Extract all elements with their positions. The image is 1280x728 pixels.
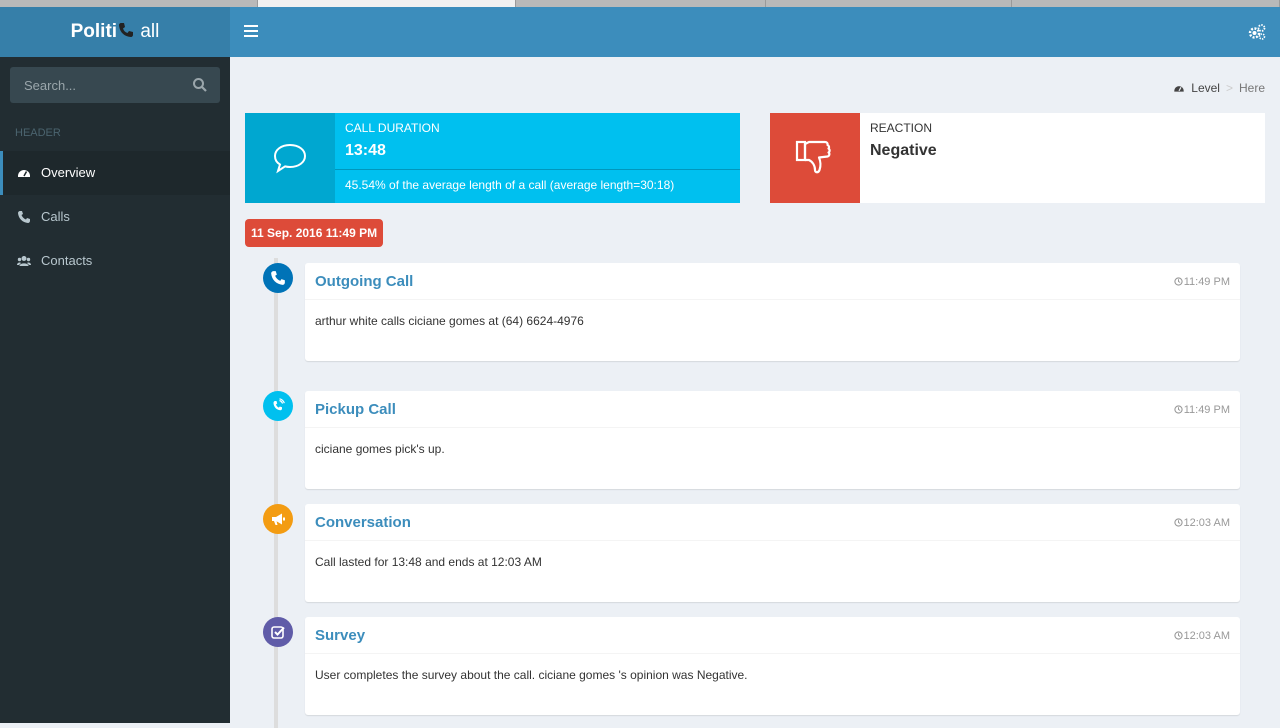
- timeline-item-body: Call lasted for 13:48 and ends at 12:03 …: [315, 555, 542, 569]
- sidebar-toggle-button[interactable]: [244, 25, 258, 37]
- timeline-item-header: Outgoing Call 11:49 PM: [305, 263, 1240, 300]
- timeline-item: Pickup Call 11:49 PM ciciane gomes pick'…: [305, 391, 1240, 489]
- reaction-value: Negative: [870, 142, 937, 159]
- call-duration-description: 45.54% of the average length of a call (…: [345, 178, 675, 192]
- phone-logo-icon: [119, 23, 134, 37]
- timeline-item-header: Conversation 12:03 AM: [305, 504, 1240, 541]
- logo-text-rest: all: [140, 21, 160, 42]
- timeline-item-body: User completes the survey about the call…: [315, 668, 748, 682]
- timeline-icon-pickup: [263, 391, 293, 421]
- browser-tab[interactable]: [766, 0, 1012, 7]
- hamburger-bar: [244, 25, 258, 27]
- hamburger-bar: [244, 30, 258, 32]
- timeline-item: Survey 12:03 AM User completes the surve…: [305, 617, 1240, 715]
- app-logo[interactable]: Politi all: [0, 7, 230, 57]
- timeline-line: [274, 258, 278, 728]
- timeline-item-title[interactable]: Outgoing Call: [315, 273, 413, 290]
- sidebar-item-label: Calls: [41, 209, 70, 224]
- users-icon: [17, 256, 31, 266]
- reaction-content: Reaction Negative: [860, 113, 1265, 203]
- sidebar-menu-header: HEADER: [15, 127, 61, 139]
- timeline-item-time-text: 12:03 AM: [1183, 630, 1230, 642]
- timeline-icon-survey: [263, 617, 293, 647]
- call-duration-icon-area: [245, 113, 335, 203]
- call-duration-box: Call Duration 13:48 45.54% of the averag…: [245, 113, 740, 203]
- call-duration-value: 13:48: [345, 142, 386, 159]
- sidebar-item-label: Overview: [41, 165, 96, 180]
- check-square-icon: [271, 626, 285, 639]
- call-duration-label: Call Duration: [345, 121, 440, 135]
- dashboard-icon: [18, 170, 30, 177]
- browser-tab[interactable]: [0, 0, 258, 7]
- timeline-item-header: Survey 12:03 AM: [305, 617, 1240, 654]
- dashboard-icon: [1174, 86, 1184, 92]
- timeline-item-body: arthur white calls ciciane gomes at (64)…: [315, 314, 584, 328]
- timeline-item: Outgoing Call 11:49 PM arthur white call…: [305, 263, 1240, 361]
- timeline-item-time-text: 11:49 PM: [1183, 404, 1230, 416]
- breadcrumb-level[interactable]: Level: [1191, 81, 1220, 95]
- search-input[interactable]: [10, 67, 180, 103]
- browser-tab-strip: [0, 0, 1280, 7]
- logo-text-bold: Politi: [70, 21, 118, 42]
- timeline-date-label: 11 Sep. 2016 11:49 PM: [245, 219, 384, 247]
- browser-tab[interactable]: [516, 0, 766, 7]
- reaction-box: Reaction Negative: [770, 113, 1265, 203]
- sidebar-item-label: Contacts: [41, 253, 93, 268]
- bullhorn-icon: [272, 513, 285, 525]
- search-icon[interactable]: [192, 77, 208, 93]
- sidebar-item-overview[interactable]: Overview: [0, 151, 230, 195]
- timeline-item-header: Pickup Call 11:49 PM: [305, 391, 1240, 428]
- sidebar-item-contacts[interactable]: Contacts: [0, 239, 230, 283]
- top-navbar: [230, 7, 1280, 57]
- volume-control-phone-icon: [273, 398, 285, 411]
- phone-icon: [18, 211, 30, 223]
- clock-icon: [1173, 631, 1183, 640]
- timeline-item: Conversation 12:03 AM Call lasted for 13…: [305, 504, 1240, 602]
- clock-icon: [1174, 277, 1183, 286]
- timeline-item-time: 11:49 PM: [1174, 404, 1230, 416]
- reaction-icon-area: [770, 113, 860, 203]
- timeline-item-time-text: 12:03 AM: [1183, 517, 1230, 529]
- clock-icon: [1173, 518, 1183, 527]
- timeline-item-time-text: 11:49 PM: [1183, 276, 1230, 288]
- breadcrumb-here: Here: [1238, 81, 1265, 95]
- timeline-item-body: ciciane gomes pick's up.: [315, 442, 445, 456]
- browser-tab-active[interactable]: [258, 0, 516, 7]
- phone-icon: [271, 271, 285, 285]
- thumbs-down-icon: [795, 140, 831, 174]
- progress-divider: [335, 169, 740, 170]
- hamburger-bar: [244, 35, 258, 37]
- timeline-icon-outgoing: [263, 263, 293, 293]
- comment-icon: [273, 143, 307, 174]
- reaction-label: Reaction: [870, 121, 933, 135]
- sidebar-item-calls[interactable]: Calls: [0, 195, 230, 239]
- browser-tab[interactable]: [1012, 0, 1280, 7]
- timeline-item-title[interactable]: Survey: [315, 627, 365, 644]
- timeline-item-time: 11:49 PM: [1174, 276, 1230, 288]
- timeline-item-title[interactable]: Conversation: [315, 514, 411, 531]
- sidebar-search: [10, 67, 220, 103]
- timeline-item-time: 12:03 AM: [1173, 630, 1230, 642]
- timeline-icon-conversation: [263, 504, 293, 534]
- sidebar: HEADER Overview Calls Contacts: [0, 57, 230, 723]
- timeline-item-title[interactable]: Pickup Call: [315, 401, 396, 418]
- gears-icon[interactable]: [1248, 24, 1266, 40]
- timeline-item-time: 12:03 AM: [1173, 517, 1230, 529]
- clock-icon: [1174, 405, 1183, 414]
- breadcrumb: Level > Here: [1173, 81, 1265, 95]
- breadcrumb-separator: >: [1225, 81, 1233, 95]
